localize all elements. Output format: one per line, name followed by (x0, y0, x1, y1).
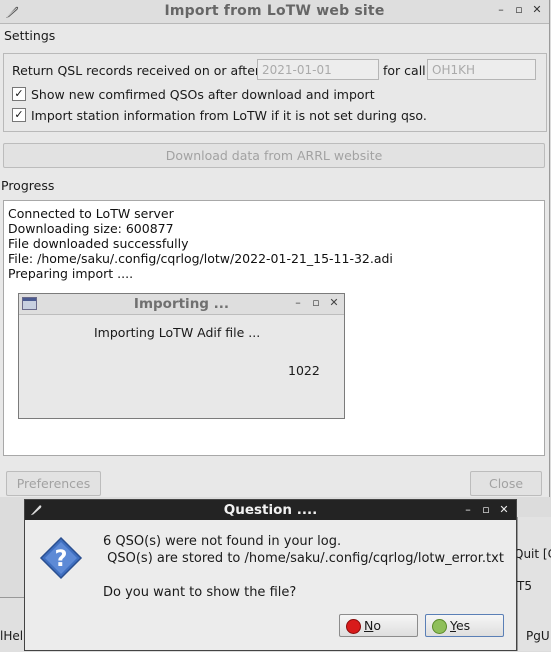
close-icon[interactable]: ✕ (531, 3, 543, 16)
log-line: File downloaded successfully (8, 236, 189, 251)
log-line: Preparing import .... (8, 266, 134, 281)
question-line-3: Do you want to show the file? (103, 585, 297, 600)
svg-text:?: ? (55, 547, 68, 572)
background-t5-fragment: T5 (517, 579, 532, 593)
ok-icon (432, 619, 447, 634)
log-line: File: /home/saku/.config/cqrlog/lotw/202… (8, 251, 393, 266)
return-qsl-label: Return QSL records received on or after (12, 63, 261, 78)
import-station-label: Import station information from LoTW if … (31, 108, 427, 123)
close-button[interactable]: Close (470, 471, 542, 496)
close-icon[interactable]: ✕ (498, 503, 510, 516)
maximize-icon[interactable]: ▫ (480, 503, 492, 516)
question-line-1: 6 QSO(s) were not found in your log. (103, 534, 342, 549)
question-title: Question .... (223, 502, 318, 518)
show-new-label: Show new comfirmed QSOs after download a… (31, 87, 375, 102)
importing-window: Importing ... – ▫ ✕ Importing LoTW Adif … (18, 293, 345, 419)
maximize-icon[interactable]: ▫ (310, 296, 322, 309)
question-dialog: Question .... – ▫ ✕ ? 6 QSO(s) were not … (24, 499, 517, 651)
progress-heading: Progress (1, 178, 55, 193)
preferences-button[interactable]: Preferences (6, 471, 101, 496)
yes-button[interactable]: Yes (425, 614, 504, 637)
no-button[interactable]: No (339, 614, 418, 637)
window-titlebar[interactable]: Import from LoTW web site – ▫ ✕ (0, 0, 549, 24)
minimize-icon[interactable]: – (495, 3, 507, 16)
date-input[interactable]: 2021-01-01 (257, 59, 379, 80)
importing-titlebar[interactable]: Importing ... – ▫ ✕ (19, 294, 344, 315)
background-pgup-fragment[interactable]: PgU (526, 629, 550, 643)
call-input[interactable]: OH1KH (427, 59, 536, 80)
background-quit-button-fragment[interactable]: Quit [C (514, 547, 551, 561)
download-button[interactable]: Download data from ARRL website (3, 143, 545, 168)
question-icon: ? (39, 536, 83, 580)
log-line: Downloading size: 600877 (8, 221, 174, 236)
background-bar-fragment (0, 597, 24, 652)
importing-message: Importing LoTW Adif file ... (94, 325, 261, 340)
close-icon[interactable]: ✕ (328, 296, 340, 309)
question-line-2: QSO(s) are stored to /home/saku/.config/… (103, 551, 504, 566)
importing-count: 1022 (288, 363, 320, 378)
import-station-checkbox[interactable]: ✓ (12, 108, 26, 122)
for-call-label: for call (383, 63, 426, 78)
window-title: Import from LoTW web site (164, 3, 385, 19)
background-help-fragment[interactable]: lHel (0, 629, 23, 643)
lotw-import-window: Import from LoTW web site – ▫ ✕ Settings… (0, 0, 550, 497)
yes-button-label: Yes (450, 618, 471, 633)
maximize-icon[interactable]: ▫ (513, 3, 525, 16)
minimize-icon[interactable]: – (462, 503, 474, 516)
show-new-checkbox[interactable]: ✓ (12, 87, 26, 101)
stop-icon (346, 619, 361, 634)
question-titlebar[interactable]: Question .... – ▫ ✕ (25, 500, 516, 520)
settings-heading: Settings (4, 28, 56, 43)
minimize-icon[interactable]: – (292, 296, 304, 309)
no-button-label: No (364, 618, 382, 633)
log-line: Connected to LoTW server (8, 206, 174, 221)
